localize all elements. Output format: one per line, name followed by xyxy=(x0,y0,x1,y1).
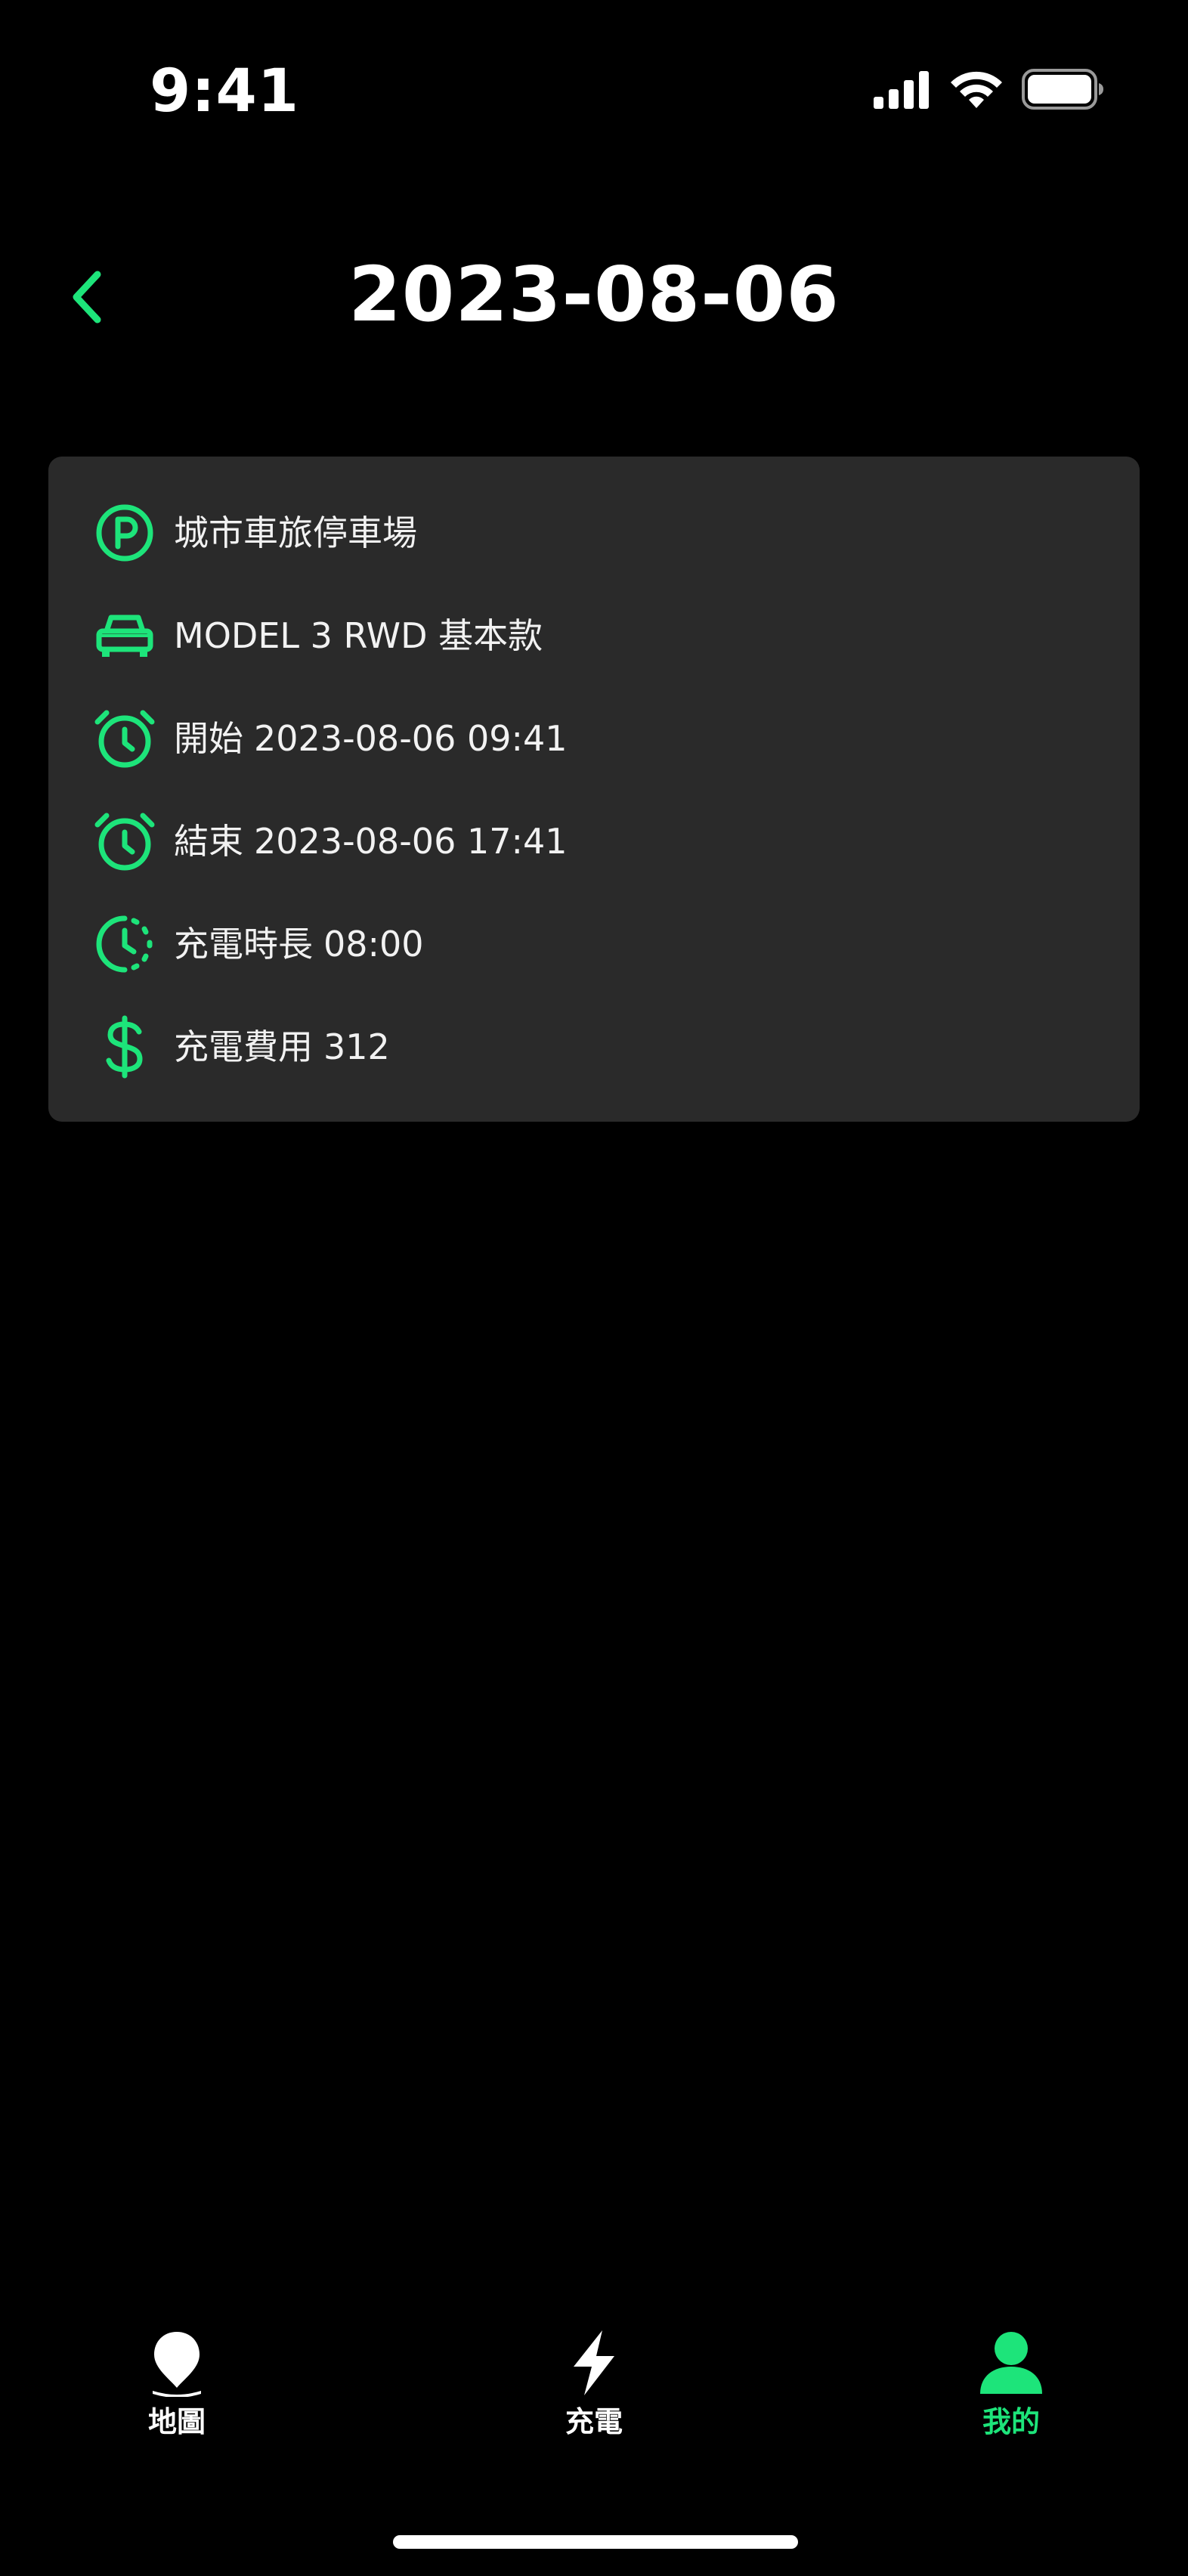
tab-charge[interactable]: 充電 xyxy=(503,2313,685,2464)
vehicle-model: MODEL 3 RWD 基本款 xyxy=(174,615,543,656)
clock-duration-icon xyxy=(91,910,159,978)
station-row: 城市車旅停車場 xyxy=(91,491,417,574)
lightning-icon xyxy=(560,2327,628,2399)
end-value: 2023-08-06 17:41 xyxy=(254,821,568,862)
alarm-clock-icon xyxy=(91,704,159,772)
tab-map-label: 地圖 xyxy=(147,2405,206,2438)
start-time-text: 開始 2023-08-06 09:41 xyxy=(174,716,568,761)
vehicle-row: MODEL 3 RWD 基本款 xyxy=(91,594,543,677)
tab-map[interactable]: 地圖 xyxy=(86,2313,268,2464)
start-label: 開始 xyxy=(174,718,243,759)
cost-label: 充電費用 xyxy=(174,1026,313,1067)
home-indicator xyxy=(393,2535,798,2549)
wifi-icon xyxy=(949,69,1004,113)
user-icon xyxy=(977,2327,1045,2399)
duration-label: 充電時長 xyxy=(174,924,313,964)
map-pin-icon xyxy=(143,2327,211,2399)
duration-row: 充電時長 08:00 xyxy=(91,903,424,986)
status-bar: 9:41 xyxy=(0,0,1188,181)
duration-text: 充電時長 08:00 xyxy=(174,921,424,967)
page-title: 2023-08-06 xyxy=(348,250,840,339)
charging-record-card: 城市車旅停車場 MODEL 3 RWD 基本款 開始 2023-08-06 09:… xyxy=(48,457,1140,1122)
parking-icon xyxy=(91,499,159,567)
status-icons xyxy=(874,68,1105,113)
start-time-row: 開始 2023-08-06 09:41 xyxy=(91,697,568,780)
header: 2023-08-06 xyxy=(0,219,1188,370)
cellular-signal-icon xyxy=(874,70,931,112)
end-time-text: 結束 2023-08-06 17:41 xyxy=(174,819,568,864)
car-icon xyxy=(91,602,159,670)
end-time-row: 結束 2023-08-06 17:41 xyxy=(91,800,568,883)
tab-bar: 地圖 充電 我的 xyxy=(0,2313,1188,2464)
dollar-icon xyxy=(91,1013,159,1081)
status-time: 9:41 xyxy=(150,57,300,125)
cost-row: 充電費用 312 xyxy=(91,1005,390,1088)
start-value: 2023-08-06 09:41 xyxy=(254,718,568,759)
station-name: 城市車旅停車場 xyxy=(174,512,417,553)
alarm-clock-icon xyxy=(91,807,159,875)
cost-text: 充電費用 312 xyxy=(174,1024,390,1070)
battery-icon xyxy=(1022,68,1105,113)
tab-charge-label: 充電 xyxy=(565,2405,623,2438)
end-label: 結束 xyxy=(174,821,243,862)
duration-value: 08:00 xyxy=(323,924,424,964)
tab-profile-label: 我的 xyxy=(982,2405,1040,2438)
tab-profile[interactable]: 我的 xyxy=(920,2313,1102,2464)
cost-value: 312 xyxy=(323,1026,390,1067)
